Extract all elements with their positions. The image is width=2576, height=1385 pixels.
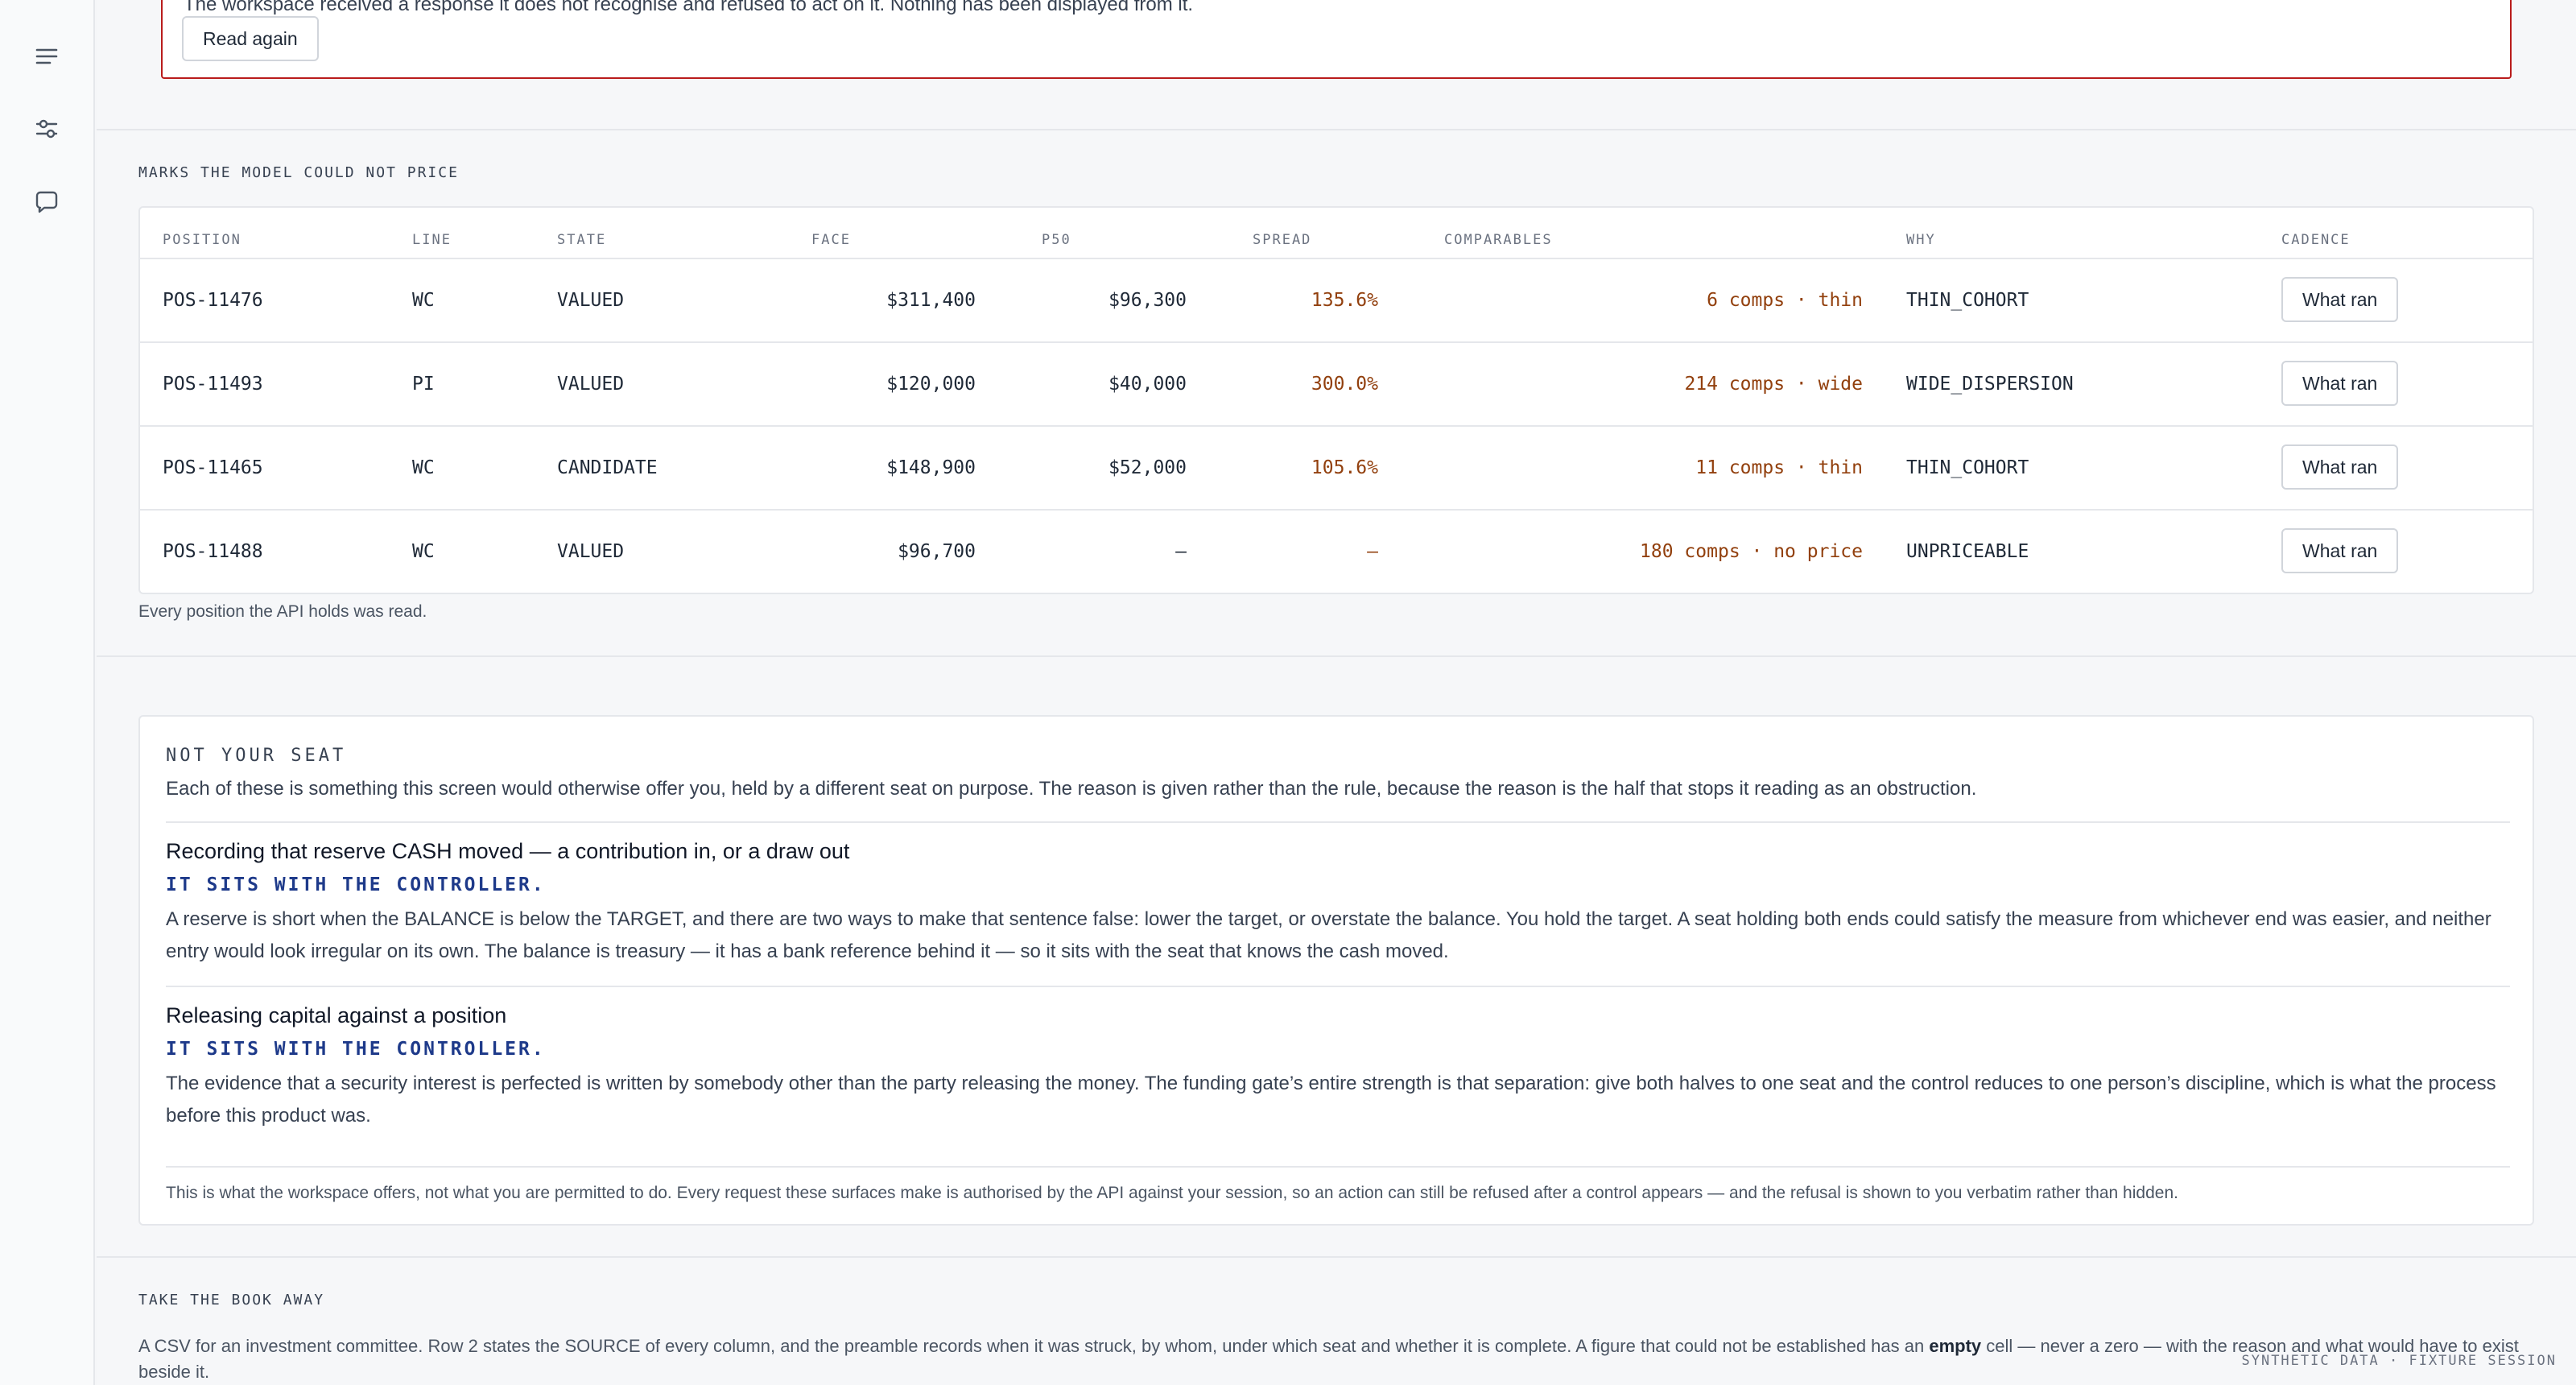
marks-section: MARKS THE MODEL COULD NOT PRICE POSITION… — [97, 130, 2576, 655]
seat-item-body: The evidence that a security interest is… — [166, 1073, 2496, 1127]
seat-item-title: Releasing capital against a position — [166, 1003, 507, 1027]
cell-state: CANDIDATE — [557, 457, 658, 478]
col-face: FACE — [811, 232, 851, 248]
cell-why: THIN_COHORT — [1906, 290, 2029, 311]
menu-icon[interactable] — [32, 42, 61, 71]
cell-spread: 135.6% — [1311, 290, 1378, 311]
cell-why: THIN_COHORT — [1906, 457, 2029, 478]
cell-spread: 300.0% — [1311, 374, 1378, 395]
error-section: The workspace received a response it doe… — [97, 0, 2576, 129]
book-kicker: TAKE THE BOOK AWAY — [138, 1292, 325, 1309]
cell-state: VALUED — [557, 541, 625, 562]
marks-table: POSITION LINE STATE FACE P50 SPREAD COMP… — [138, 206, 2534, 594]
cell-position: POS-11476 — [163, 290, 263, 311]
table-row: POS-11488 WC VALUED $96,700 — — 180 comp… — [140, 509, 2533, 593]
col-why: WHY — [1906, 232, 1936, 248]
cell-face: $311,400 — [886, 290, 976, 311]
cell-comparables: 11 comps · thin — [1695, 457, 1863, 478]
cell-face: $120,000 — [886, 374, 976, 395]
cell-comparables: 180 comps · no price — [1640, 541, 1863, 562]
col-cadence: CADENCE — [2281, 232, 2351, 248]
error-banner: The workspace received a response it doe… — [161, 0, 2512, 79]
divider — [97, 1256, 2576, 1258]
error-message: The workspace received a response it doe… — [184, 0, 1194, 15]
divider — [97, 655, 2576, 657]
col-position: POSITION — [163, 232, 242, 248]
col-p50: P50 — [1042, 232, 1071, 248]
divider — [166, 1166, 2510, 1168]
col-comparables: COMPARABLES — [1444, 232, 1553, 248]
divider — [166, 821, 2510, 823]
col-spread: SPREAD — [1253, 232, 1312, 248]
cell-position: POS-11465 — [163, 457, 263, 478]
cell-comparables: 6 comps · thin — [1707, 290, 1863, 311]
what-ran-button[interactable]: What ran — [2281, 361, 2399, 406]
col-line: LINE — [412, 232, 452, 248]
not-your-seat-card: NOT YOUR SEAT Each of these is something… — [138, 715, 2534, 1226]
cell-state: VALUED — [557, 374, 625, 395]
cell-comparables: 214 comps · wide — [1684, 374, 1863, 395]
cell-line: WC — [412, 290, 435, 311]
sliders-icon[interactable] — [32, 114, 61, 143]
cell-why: WIDE_DISPERSION — [1906, 374, 2074, 395]
seat-kicker: NOT YOUR SEAT — [166, 746, 347, 766]
cell-why: UNPRICEABLE — [1906, 541, 2029, 562]
cell-face: $148,900 — [886, 457, 976, 478]
seat-item-title: Recording that reserve CASH moved — a co… — [166, 839, 850, 863]
what-ran-button[interactable]: What ran — [2281, 528, 2399, 573]
col-state: STATE — [557, 232, 607, 248]
cell-p50: $40,000 — [1108, 374, 1187, 395]
seat-footnote: This is what the workspace offers, not w… — [166, 1184, 2178, 1202]
cell-line: PI — [412, 374, 435, 395]
marks-note: Every position the API holds was read. — [138, 602, 427, 621]
cell-p50: $52,000 — [1108, 457, 1187, 478]
seat-item-owner: IT SITS WITH THE CONTROLLER. — [166, 1039, 546, 1060]
cell-spread: 105.6% — [1311, 457, 1378, 478]
cell-spread: — — [1367, 541, 1378, 562]
seat-item-owner: IT SITS WITH THE CONTROLLER. — [166, 874, 546, 895]
marks-kicker: MARKS THE MODEL COULD NOT PRICE — [138, 164, 459, 181]
table-row: POS-11493 PI VALUED $120,000 $40,000 300… — [140, 341, 2533, 425]
cell-p50: $96,300 — [1108, 290, 1187, 311]
seat-item-body: A reserve is short when the BALANCE is b… — [166, 908, 2491, 962]
what-ran-button[interactable]: What ran — [2281, 444, 2399, 490]
left-rail — [0, 0, 95, 1385]
main-content: The workspace received a response it doe… — [97, 0, 2576, 1385]
read-again-button[interactable]: Read again — [182, 16, 319, 61]
table-row: POS-11465 WC CANDIDATE $148,900 $52,000 … — [140, 425, 2533, 509]
book-description: A CSV for an investment committee. Row 2… — [138, 1333, 2537, 1385]
seat-intro: Each of these is something this screen w… — [166, 778, 1977, 800]
cell-position: POS-11488 — [163, 541, 263, 562]
cell-face: $96,700 — [898, 541, 976, 562]
book-text-before: A CSV for an investment committee. Row 2… — [138, 1336, 1930, 1356]
table-row: POS-11476 WC VALUED $311,400 $96,300 135… — [140, 258, 2533, 341]
book-text-bold: empty — [1929, 1336, 1982, 1356]
what-ran-button[interactable]: What ran — [2281, 277, 2399, 322]
divider — [166, 986, 2510, 987]
cell-position: POS-11493 — [163, 374, 263, 395]
cell-p50: — — [1175, 541, 1187, 562]
cell-line: WC — [412, 457, 435, 478]
cell-state: VALUED — [557, 290, 625, 311]
session-label: SYNTHETIC DATA · FIXTURE SESSION — [2241, 1353, 2557, 1369]
chat-icon[interactable] — [32, 188, 61, 217]
cell-line: WC — [412, 541, 435, 562]
